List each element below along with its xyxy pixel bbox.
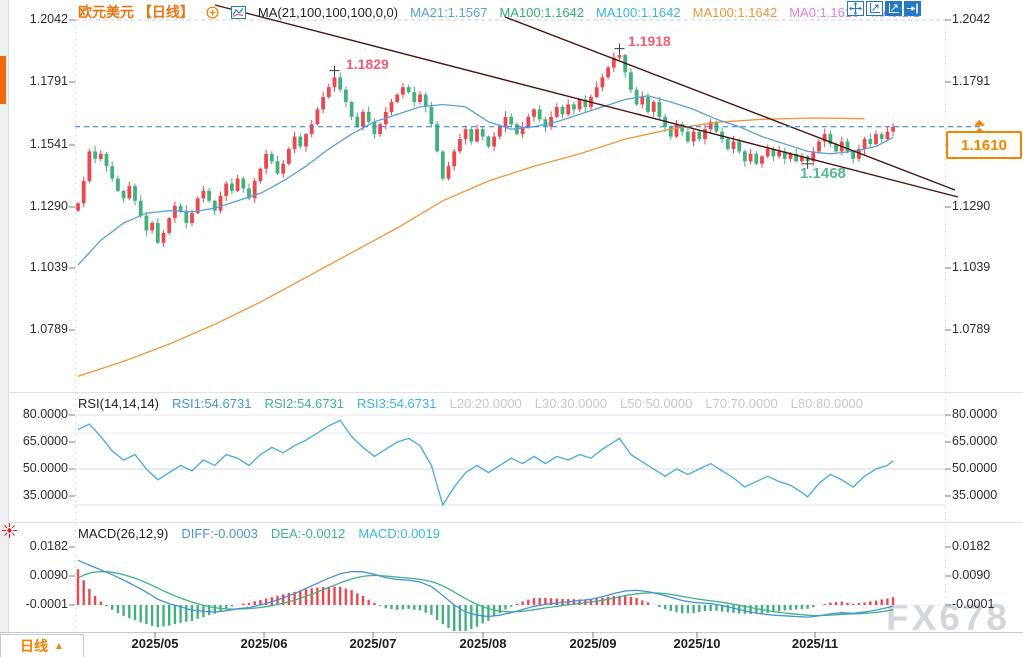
- ma100-value-3: MA100:1.1642: [693, 5, 778, 20]
- add-indicator-icon[interactable]: [206, 6, 219, 19]
- macd-header: MACD(26,12,9) DIFF:-0.0003 DEA:-0.0012 M…: [78, 526, 440, 541]
- price-axis-label: 1.0789: [952, 322, 1006, 336]
- ma21-value: MA21:1.1567: [410, 5, 487, 20]
- rsi-l20: L20:20.0000: [449, 396, 521, 411]
- rsi-l70: L70:70.0000: [705, 396, 777, 411]
- price-axis-label: 1.1791: [952, 74, 1006, 88]
- axis-zoom-icon[interactable]: [866, 1, 883, 16]
- rsi-axis-label: 80.0000: [952, 407, 1006, 421]
- macd-axis-label: 0.0090: [14, 568, 68, 582]
- axis-zoom-active-icon[interactable]: [885, 1, 902, 16]
- ma100-value-1: MA100:1.1642: [499, 5, 584, 20]
- rsi3-value: RSI3:54.6731: [357, 396, 437, 411]
- rsi-l50: L50:50.0000: [620, 396, 692, 411]
- symbol-title: 欧元美元 【日线】: [78, 2, 194, 22]
- x-axis-month: 2025/11: [770, 636, 860, 651]
- chart-app-window: 欧元美元 【日线】 MA(21,100,100,100,0,0) MA21:1.…: [0, 0, 1023, 657]
- x-axis-month: 2025/09: [548, 636, 638, 651]
- swing-high-label: 1.1918: [628, 33, 671, 49]
- x-axis-month: 2025/08: [438, 636, 528, 651]
- chart-legend: 欧元美元 【日线】 MA(21,100,100,100,0,0) MA21:1.…: [78, 2, 920, 22]
- price-axis-label: 1.0789: [14, 322, 68, 336]
- jump-latest-icon[interactable]: [904, 1, 921, 16]
- chevron-up-icon: ▲: [54, 641, 64, 652]
- rsi-axis-label: 65.0000: [14, 434, 68, 448]
- macd-dea-value: DEA:-0.0012: [271, 526, 345, 541]
- rsi2-value: RSI2:54.6731: [264, 396, 344, 411]
- ma100-value-2: MA100:1.1642: [596, 5, 681, 20]
- rsi-axis-label: 80.0000: [14, 407, 68, 421]
- macd-axis-label: 0.0090: [952, 568, 1006, 582]
- rsi-l30: L30:30.0000: [535, 396, 607, 411]
- ma-settings-label: MA(21,100,100,100,0,0): [258, 5, 398, 20]
- x-axis-month: 2025/07: [328, 636, 418, 651]
- indicator-chart-icon[interactable]: [231, 6, 246, 19]
- period-selector-button[interactable]: 日线 ▲: [0, 634, 84, 657]
- macd-axis-label: 0.0182: [952, 539, 1006, 553]
- price-axis-label: 1.1039: [14, 260, 68, 274]
- macd-diff-value: DIFF:-0.0003: [181, 526, 258, 541]
- x-axis-month: 2025/10: [652, 636, 742, 651]
- rsi-header: RSI(14,14,14) RSI1:54.6731 RSI2:54.6731 …: [78, 396, 863, 411]
- price-axis-label: 1.1290: [14, 199, 68, 213]
- price-axis-label: 1.1541: [14, 137, 68, 151]
- price-axis-label: 1.1290: [952, 199, 1006, 213]
- swing-low-label: 1.1468: [800, 165, 846, 182]
- x-axis-month: 2025/06: [219, 636, 309, 651]
- price-axis-label: 1.1039: [952, 260, 1006, 274]
- swing-high-label: 1.1829: [346, 56, 389, 72]
- macd-axis-label: -0.0001: [14, 597, 68, 611]
- rsi-l80: L80:80.0000: [791, 396, 863, 411]
- chart-canvas[interactable]: [0, 0, 1023, 657]
- macd-name: MACD(26,12,9): [78, 526, 168, 541]
- rsi-axis-label: 50.0000: [14, 461, 68, 475]
- rsi-name: RSI(14,14,14): [78, 396, 159, 411]
- rsi-axis-label: 35.0000: [952, 488, 1006, 502]
- price-axis-label: 1.1791: [14, 74, 68, 88]
- rsi-axis-label: 65.0000: [952, 434, 1006, 448]
- macd-axis-label: 0.0182: [14, 539, 68, 553]
- current-price-badge: 1.1610: [946, 131, 1022, 159]
- pan-icon[interactable]: [847, 1, 864, 16]
- rsi-axis-label: 50.0000: [952, 461, 1006, 475]
- rsi1-value: RSI1:54.6731: [172, 396, 252, 411]
- x-axis-month: 2025/05: [110, 636, 200, 651]
- period-label: 日线: [20, 636, 48, 656]
- chart-toolbar: [847, 1, 921, 16]
- macd-axis-label: -0.0001: [952, 597, 1006, 611]
- price-axis-label: 1.2042: [14, 12, 68, 26]
- drawing-tool-indicator-icon[interactable]: [2, 523, 17, 538]
- macd-hist-value: MACD:0.0019: [358, 526, 440, 541]
- rsi-axis-label: 35.0000: [14, 488, 68, 502]
- price-axis-label: 1.2042: [952, 12, 1006, 26]
